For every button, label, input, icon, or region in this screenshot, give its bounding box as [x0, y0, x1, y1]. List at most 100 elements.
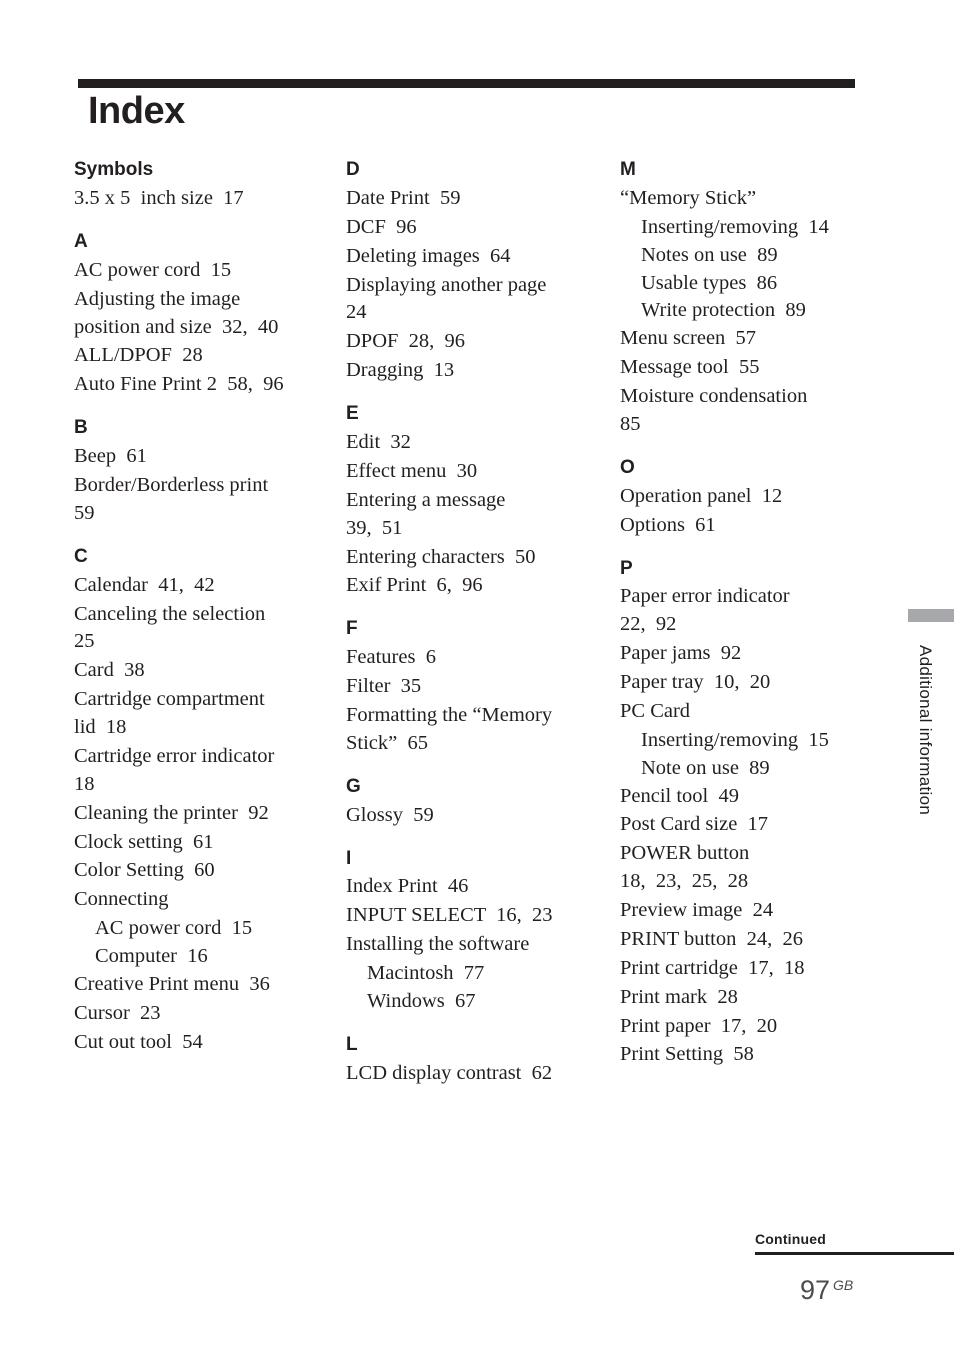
index-section-letter: L — [346, 1033, 358, 1055]
index-subentry: Note on use 89 — [641, 756, 770, 779]
index-section-letter: F — [346, 618, 358, 640]
index-section: P Paper error indicator 22, 92 Paper jams … — [620, 557, 870, 1070]
index-section-letter: Symbols — [74, 159, 154, 180]
index-entry: Edit 32 — [346, 431, 411, 453]
index-section: L LCD display contrast 62 — [346, 1033, 582, 1088]
index-column-2: D Date Print 59 DCF 96 Deleting images 64 Di… — [346, 160, 582, 1089]
index-entry: Effect menu 30 — [346, 459, 478, 482]
index-entry: Message tool 55 — [620, 356, 760, 379]
index-entry: Preview image 24 — [620, 899, 774, 922]
index-section: E Edit 32 Effect menu 30 Entering a message… — [346, 404, 582, 600]
index-entry: Moisture condensation 85 — [620, 385, 808, 435]
index-entry: Operation panel 12 — [620, 484, 783, 507]
index-entry: Auto Fine Print 2 58, 96 — [74, 373, 284, 396]
index-entry: Dragging 13 — [346, 359, 455, 382]
index-section: C Calendar 41, 42 Canceling the selection … — [74, 545, 310, 1057]
index-entry: Date Print 59 — [346, 186, 461, 209]
index-subentry: Inserting/removing 14 — [641, 215, 829, 238]
index-entry: Index Print 46 — [346, 875, 469, 898]
index-section: M “Memory Stick” Inserting/removing 14 Note… — [620, 160, 870, 439]
index-subentry: Notes on use 89 — [641, 243, 778, 266]
index-section: O Operation panel 12 Options 61 — [620, 456, 870, 540]
index-entry: Installing the software — [346, 933, 530, 956]
index-entry: Connecting — [74, 888, 169, 911]
side-tab-bar — [908, 609, 954, 622]
index-entry: Cartridge compartment lid 18 — [74, 688, 265, 738]
index-entry: PRINT button 24, 26 — [620, 927, 803, 950]
index-entry: Exif Print 6, 96 — [346, 574, 483, 597]
index-subentry: Usable types 86 — [641, 271, 778, 294]
page-number: 97 GB — [800, 1275, 920, 1306]
index-entry: ALL/DPOF 28 — [74, 344, 203, 367]
page-number-suffix: GB — [833, 1277, 854, 1293]
page-number-value: 97 — [800, 1275, 831, 1305]
index-section-letter: I — [346, 847, 352, 869]
index-entry: LCD display contrast 62 — [346, 1061, 553, 1084]
index-entry: Print Setting 58 — [620, 1043, 754, 1066]
index-entry: Deleting images 64 — [346, 244, 511, 267]
index-section: I Index Print 46 INPUT SELECT 16, 23 Instal… — [346, 847, 582, 1016]
index-section-letter: O — [620, 456, 635, 478]
index-entry: Card 38 — [74, 659, 145, 682]
index-entry: Paper error indicator 22, 92 — [620, 585, 790, 636]
index-subentry: Inserting/removing 15 — [641, 728, 829, 751]
index-entry: Print cartridge 17, 18 — [620, 956, 805, 979]
index-entry: Entering a message 39, 51 — [346, 488, 506, 539]
index-entry: DPOF 28, 96 — [346, 330, 466, 353]
index-entry: Beep 61 — [74, 445, 147, 468]
index-entry: Displaying another page 24 — [346, 273, 547, 324]
index-entry: DCF 96 — [346, 215, 417, 238]
index-entry: Print mark 28 — [620, 985, 738, 1008]
index-entry: POWER button 18, 23, 25, 28 — [620, 842, 750, 893]
index-entry: Creative Print menu 36 — [74, 972, 270, 995]
index-entry: Filter 35 — [346, 675, 422, 698]
header-rule — [78, 79, 855, 88]
index-section-letter: B — [74, 417, 88, 439]
index-section: G Glossy 59 — [346, 775, 582, 830]
index-entry: Pencil tool 49 — [620, 784, 740, 807]
index-subentry: Write protection 89 — [641, 299, 806, 322]
index-subentry: Macintosh 77 — [367, 962, 485, 985]
index-section-letter: P — [620, 557, 633, 579]
index-section: F Features 6 Filter 35 Formatting the “Memo… — [346, 619, 582, 757]
index-entry: Cut out tool 54 — [74, 1030, 203, 1053]
index-entry: Cartridge error indicator 18 — [74, 744, 275, 795]
index-entry: Menu screen 57 — [620, 327, 757, 350]
index-subentry: Windows 67 — [367, 989, 476, 1012]
index-section-letter: G — [346, 775, 361, 797]
index-entry: AC power cord 15 — [74, 258, 232, 281]
index-entry: Cursor 23 — [74, 1001, 161, 1024]
side-tab-label: Additional information — [916, 645, 935, 816]
index-section: D Date Print 59 DCF 96 Deleting images 64 Di… — [346, 160, 582, 385]
index-entry: Glossy 59 — [346, 803, 434, 826]
index-section-letter: A — [74, 230, 88, 252]
continued-rule — [755, 1252, 954, 1255]
index-section-letter: M — [620, 159, 636, 180]
index-entry: PC Card — [620, 699, 691, 722]
index-column-1: Symbols 3.5 x 5 inch size 17 A AC power cor… — [74, 160, 310, 1058]
index-entry: “Memory Stick” — [620, 186, 757, 209]
index-page: Index Symbols 3.5 x 5 inch size 17 A AC pow… — [0, 0, 954, 1352]
index-entry: Cleaning the printer 92 — [74, 801, 269, 824]
index-entry: Entering characters 50 — [346, 545, 536, 568]
index-entry: Border/Borderless print 59 — [74, 473, 269, 524]
continued-label: Continued — [755, 1231, 827, 1247]
index-entry: Canceling the selection 25 — [74, 602, 266, 653]
index-entry: INPUT SELECT 16, 23 — [346, 904, 553, 927]
index-section-letter: C — [74, 545, 88, 567]
index-entry: Post Card size 17 — [620, 813, 769, 836]
index-entry: Features 6 — [346, 646, 436, 669]
index-section-letter: E — [346, 403, 359, 425]
index-section: B Beep 61 Border/Borderless print 59 — [74, 418, 310, 528]
index-entry: Calendar 41, 42 — [74, 573, 215, 596]
index-entry: Clock setting 61 — [74, 830, 214, 853]
page-title: Index — [88, 90, 185, 132]
index-entry: Formatting the “Memory Stick” 65 — [346, 703, 553, 754]
index-entry: 3.5 x 5 inch size 17 — [74, 186, 244, 209]
index-entry: Color Setting 60 — [74, 859, 215, 882]
index-entry: Paper tray 10, 20 — [620, 671, 771, 694]
index-subentry: Computer 16 — [95, 945, 208, 967]
index-section: Symbols 3.5 x 5 inch size 17 — [74, 160, 310, 213]
index-section-letter: D — [346, 159, 360, 180]
index-entry: Print paper 17, 20 — [620, 1014, 778, 1037]
